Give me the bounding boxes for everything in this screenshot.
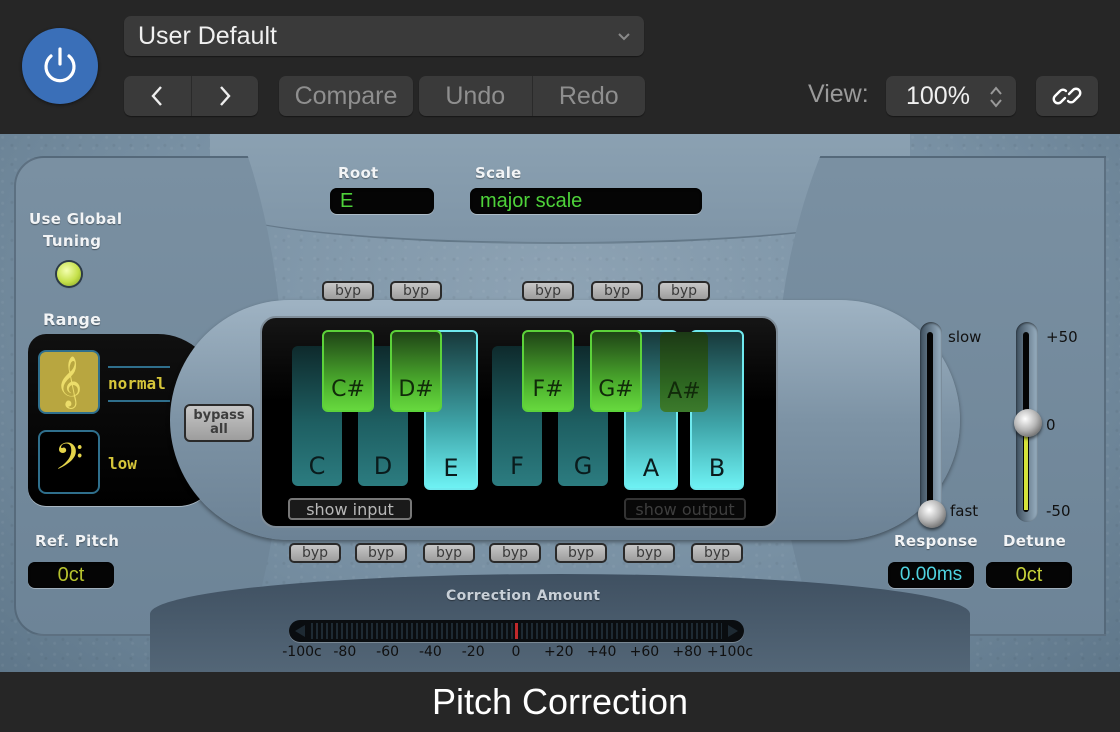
correction-indicator	[515, 623, 518, 639]
bypass-gs-button[interactable]: byp	[591, 281, 643, 301]
response-fast-label: fast	[950, 502, 979, 520]
range-line-top	[108, 366, 170, 368]
bypass-a-button[interactable]: byp	[623, 543, 675, 563]
power-button[interactable]	[22, 28, 98, 104]
chevron-down-icon	[618, 33, 630, 41]
bypass-c-button[interactable]: byp	[289, 543, 341, 563]
detune-slider-knob[interactable]	[1014, 409, 1042, 437]
response-slider-slot	[927, 332, 933, 512]
scale-label: Scale	[475, 164, 522, 182]
detune-min-label: -50	[1046, 502, 1071, 520]
correction-tick-label: +40	[586, 644, 617, 660]
scale-keyboard: C D E F G A B C# D# F# G# A# show input …	[260, 316, 778, 528]
detune-max-label: +50	[1046, 328, 1078, 346]
preset-dropdown[interactable]: User Default	[124, 16, 644, 56]
key-a-sharp[interactable]: A#	[660, 332, 708, 412]
plugin-header: User Default Compare Undo Redo View: 100…	[0, 0, 1120, 134]
correction-tick-label: +20	[544, 644, 574, 660]
next-preset-button[interactable]	[190, 76, 259, 116]
bypass-g-button[interactable]: byp	[555, 543, 607, 563]
bypass-cs-button[interactable]: byp	[322, 281, 374, 301]
ref-pitch-label: Ref. Pitch	[35, 532, 120, 550]
bypass-d-button[interactable]: byp	[355, 543, 407, 563]
correction-tick-label: +80	[672, 644, 702, 660]
scale-select[interactable]: major scale	[470, 188, 702, 214]
detune-label: Detune	[1003, 532, 1067, 550]
chevron-left-icon	[151, 86, 163, 106]
response-slow-label: slow	[948, 328, 982, 346]
detune-fill	[1024, 430, 1028, 510]
key-f-sharp[interactable]: F#	[522, 330, 574, 412]
previous-preset-button[interactable]	[124, 76, 191, 116]
bypass-fs-button[interactable]: byp	[522, 281, 574, 301]
bass-clef-icon: 𝄢	[54, 437, 84, 486]
link-button[interactable]	[1036, 76, 1098, 116]
undo-button[interactable]: Undo	[419, 76, 532, 116]
bypass-all-button[interactable]: bypass all	[184, 404, 254, 442]
bypass-all-label-2: all	[210, 422, 228, 437]
correction-tick-label: -40	[418, 644, 442, 660]
up-down-chevron-icon	[990, 86, 1002, 108]
bypass-b-button[interactable]: byp	[691, 543, 743, 563]
meter-left-arrow-icon	[295, 625, 305, 637]
root-select[interactable]: E	[330, 188, 434, 214]
range-normal-button[interactable]: 𝄞	[38, 350, 100, 414]
range-normal-label: normal	[108, 374, 166, 393]
treble-clef-icon: 𝄞	[55, 357, 82, 406]
key-d-sharp[interactable]: D#	[390, 330, 442, 412]
correction-tick-label: -60	[376, 644, 400, 660]
bypass-ds-button[interactable]: byp	[390, 281, 442, 301]
detune-value[interactable]: 0ct	[986, 562, 1072, 588]
link-icon	[1052, 87, 1082, 105]
correction-tick-label: -80	[333, 644, 357, 660]
range-low-button[interactable]: 𝄢	[38, 430, 100, 494]
bypass-f-button[interactable]: byp	[489, 543, 541, 563]
global-tuning-toggle[interactable]	[57, 262, 81, 286]
plugin-title-bar: Pitch Correction	[0, 672, 1120, 732]
correction-amount-meter	[289, 620, 744, 642]
view-label: View:	[808, 80, 869, 108]
meter-right-arrow-icon	[728, 625, 738, 637]
response-slider[interactable]	[920, 322, 942, 522]
view-zoom-value: 100%	[906, 81, 970, 110]
redo-button[interactable]: Redo	[531, 76, 646, 116]
show-output-button[interactable]: show output	[624, 498, 746, 520]
correction-amount-label: Correction Amount	[446, 588, 601, 604]
plugin-title: Pitch Correction	[431, 681, 689, 722]
bypass-as-button[interactable]: byp	[658, 281, 710, 301]
correction-tick-label: +60	[629, 644, 660, 660]
ref-pitch-value[interactable]: 0ct	[28, 562, 114, 588]
correction-tick-label: +100c	[706, 644, 754, 660]
correction-tick-label: 0	[511, 644, 521, 660]
bypass-all-label: bypass	[193, 408, 245, 423]
range-low-label: low	[108, 454, 137, 473]
response-label: Response	[894, 532, 978, 550]
correction-tick-label: -20	[461, 644, 485, 660]
bypass-e-button[interactable]: byp	[423, 543, 475, 563]
view-zoom-select[interactable]: 100%	[886, 76, 1016, 116]
root-label: Root	[338, 164, 379, 182]
correction-tick-label: -100c	[282, 644, 322, 660]
pitch-correction-panel: Root E Scale major scale Use Global Tuni…	[0, 134, 1120, 672]
range-label: Range	[43, 310, 102, 329]
preset-nav-group	[124, 76, 258, 116]
detune-zero-label: 0	[1046, 416, 1056, 434]
response-value[interactable]: 0.00ms	[888, 562, 974, 588]
key-g-sharp[interactable]: G#	[590, 330, 642, 412]
global-tuning-label: Use Global	[29, 210, 123, 228]
show-input-button[interactable]: show input	[288, 498, 412, 520]
plugin-window: User Default Compare Undo Redo View: 100…	[0, 0, 1120, 732]
global-tuning-label-2: Tuning	[43, 232, 102, 250]
chevron-right-icon	[219, 86, 231, 106]
key-c-sharp[interactable]: C#	[322, 330, 374, 412]
range-line-bottom	[108, 400, 170, 402]
preset-name: User Default	[138, 21, 277, 50]
response-slider-knob[interactable]	[918, 500, 946, 528]
compare-button[interactable]: Compare	[279, 76, 413, 116]
power-icon	[44, 47, 76, 83]
undo-redo-group: Undo Redo	[419, 76, 645, 116]
